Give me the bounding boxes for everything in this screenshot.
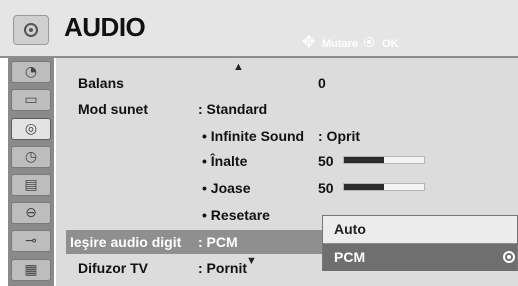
tv-screen-icon: ▭ (24, 92, 38, 108)
audio-output-dropdown: Auto PCM (322, 215, 518, 271)
selected-radio-icon (503, 251, 515, 263)
menu-header: AUDIO ✥ Mutare OK (0, 0, 518, 58)
inalte-label[interactable]: • Înalte (202, 153, 247, 169)
speaker-icon: ◎ (24, 121, 38, 137)
speaker-icon (13, 15, 49, 45)
speaker-cone-center (29, 28, 33, 32)
sidebar-item-lock[interactable]: ⊖ (11, 202, 51, 224)
inalte-level-bar[interactable] (343, 156, 425, 164)
padlock-icon: ⊖ (25, 205, 37, 221)
sidebar-item-time[interactable]: ◷ (11, 146, 51, 168)
option-auto-label: Auto (334, 221, 366, 237)
hint-ok-label: OK (382, 38, 399, 50)
audio-menu: AUDIO ✥ Mutare OK ◔ ▭ ◎ ◷ ▤ ⊖ ⊸ ▦ ▲ Bala… (0, 0, 518, 286)
input-plug-icon: ⊸ (25, 233, 37, 249)
mod-sunet-value: : Standard (198, 101, 268, 117)
sidebar-item-input[interactable]: ⊸ (11, 230, 51, 252)
lock-grid-icon: ▤ (24, 177, 38, 193)
inalte-level-fill (344, 157, 384, 163)
usb-icon: ▦ (24, 262, 38, 278)
inalte-value: 50 (318, 153, 334, 169)
scroll-down-arrow-icon[interactable]: ▼ (246, 255, 257, 267)
page-title: AUDIO (64, 12, 146, 42)
iesire-audio-label[interactable]: Ieşire audio digit (70, 234, 181, 250)
navigation-hint: ✥ Mutare OK (302, 34, 452, 52)
joase-level-bar[interactable] (343, 183, 425, 191)
joase-label[interactable]: • Joase (202, 180, 251, 196)
scroll-up-arrow-icon[interactable]: ▲ (233, 61, 244, 73)
mod-sunet-label[interactable]: Mod sunet (78, 101, 148, 117)
sidebar-item-picture[interactable]: ▭ (11, 89, 51, 111)
option-pcm-label: PCM (334, 249, 366, 265)
difuzor-tv-value: : Pornit (198, 260, 247, 276)
iesire-audio-value: : PCM (198, 234, 238, 250)
option-auto[interactable]: Auto (323, 216, 517, 243)
hint-move-label: Mutare (322, 38, 359, 50)
sidebar-item-audio[interactable]: ◎ (11, 118, 51, 140)
joase-value: 50 (318, 180, 334, 196)
joase-level-fill (344, 184, 384, 190)
satellite-dish-icon: ◔ (24, 64, 38, 80)
balans-label[interactable]: Balans (78, 75, 124, 91)
ok-button-icon (364, 37, 374, 47)
option-pcm[interactable]: PCM (323, 243, 517, 271)
sidebar-item-option[interactable]: ▤ (11, 174, 51, 196)
difuzor-tv-label[interactable]: Difuzor TV (78, 260, 148, 276)
clock-icon: ◷ (24, 149, 38, 165)
infinite-sound-label[interactable]: • Infinite Sound (202, 128, 304, 144)
category-sidebar: ◔ ▭ ◎ ◷ ▤ ⊖ ⊸ ▦ (8, 58, 54, 286)
balans-value: 0 (318, 75, 326, 91)
infinite-sound-value: : Oprit (318, 128, 360, 144)
directional-arrows-icon: ✥ (302, 34, 316, 51)
sidebar-item-usb[interactable]: ▦ (11, 259, 51, 281)
resetare-label[interactable]: • Resetare (202, 207, 270, 223)
sidebar-item-setup[interactable]: ◔ (11, 61, 51, 83)
